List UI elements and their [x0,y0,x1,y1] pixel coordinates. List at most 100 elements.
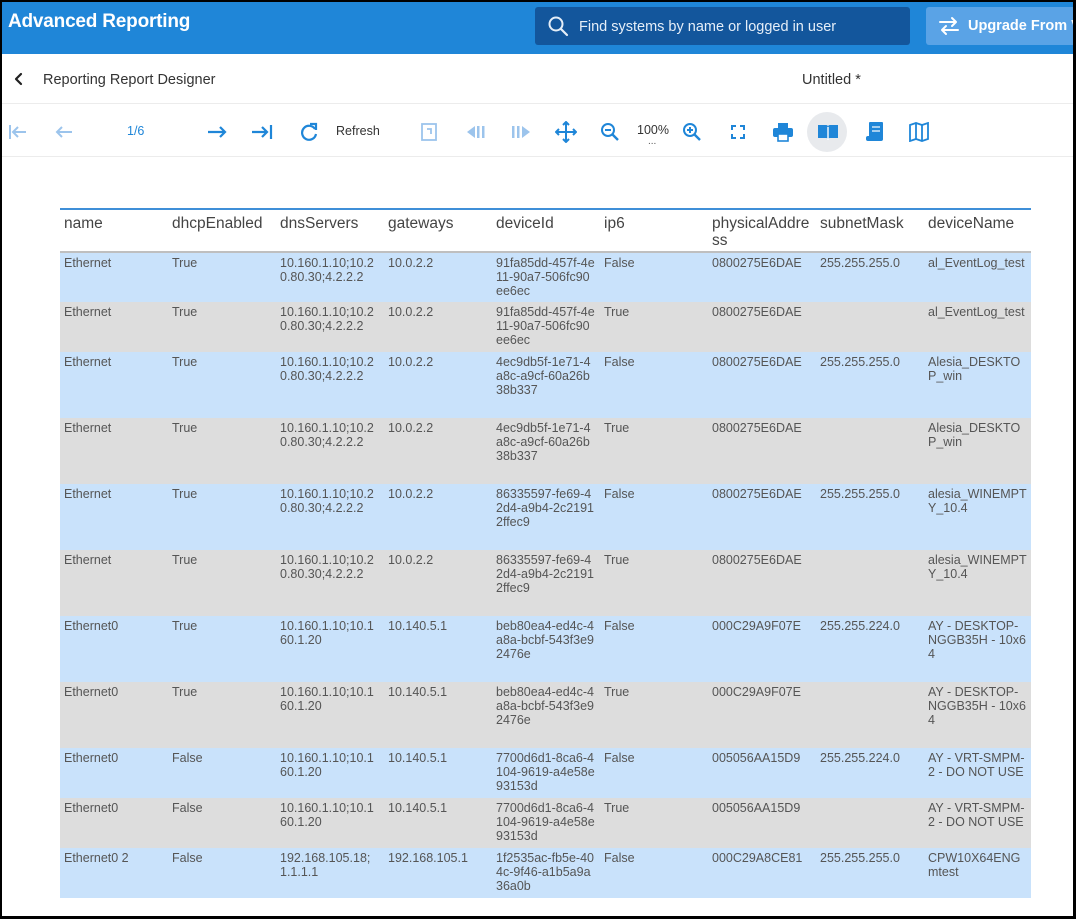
column-header-dnsServers: dnsServers [276,208,384,253]
prev-page-icon[interactable] [54,121,74,143]
cell-dhcpEnabled: False [168,798,276,848]
cell-deviceName: Alesia_DESKTOP_win [924,418,1031,484]
column-header-dhcpEnabled: dhcpEnabled [168,208,276,253]
cell-gateways: 10.0.2.2 [384,302,492,352]
system-search-box[interactable]: Find systems by name or logged in user [535,7,910,45]
document-title: Untitled * [802,72,861,88]
table-row[interactable]: Ethernet True 10.160.1.10;10.20.80.30;4.2.… [60,418,1031,484]
table-row[interactable]: Ethernet0 2 False 192.168.105.18; 1.1.1.1 1… [60,848,1031,898]
cell-name: Ethernet [60,418,168,484]
viewer-toolbar: 1/6 Refresh 100% [2,105,1073,157]
cell-dnsServers: 10.160.1.10;10.20.80.30;4.2.2.2 [276,418,384,484]
swap-arrows-icon [938,16,960,36]
cell-dnsServers: 10.160.1.10;10.160.1.20 [276,616,384,682]
zoom-out-icon[interactable] [600,121,620,143]
column-header-deviceName: deviceName [924,208,1031,253]
cell-gateways: 10.140.5.1 [384,616,492,682]
cell-subnetMask: 255.255.255.0 [816,352,924,418]
cell-gateways: 10.0.2.2 [384,252,492,302]
table-row[interactable]: Ethernet True 10.160.1.10;10.20.80.30;4.2.… [60,302,1031,352]
cell-deviceName: alesia_WINEMPTY_10.4 [924,484,1031,550]
cell-ip6: False [600,484,708,550]
cell-gateways: 10.140.5.1 [384,682,492,748]
table-row[interactable]: Ethernet0 False 10.160.1.10;10.160.1.20 10.… [60,798,1031,848]
cell-ip6: False [600,252,708,302]
cell-deviceName: al_EventLog_test [924,252,1031,302]
cell-gateways: 10.140.5.1 [384,748,492,798]
table-row[interactable]: Ethernet0 False 10.160.1.10;10.160.1.20 10.… [60,748,1031,798]
cell-physicalAddress: 0800275E6DAE [708,550,816,616]
cell-ip6: True [600,302,708,352]
cell-dnsServers: 10.160.1.10;10.20.80.30;4.2.2.2 [276,252,384,302]
table-row[interactable]: Ethernet0 True 10.160.1.10;10.160.1.20 10.1… [60,682,1031,748]
table-row[interactable]: Ethernet True 10.160.1.10;10.20.80.30;4.2.… [60,484,1031,550]
table-row[interactable]: Ethernet True 10.160.1.10;10.20.80.30;4.2.… [60,550,1031,616]
print-icon[interactable] [772,121,794,143]
cell-dnsServers: 10.160.1.10;10.160.1.20 [276,682,384,748]
zoom-in-icon[interactable] [682,121,702,143]
fullscreen-icon[interactable] [729,121,747,143]
cell-ip6: False [600,848,708,898]
cell-physicalAddress: 0800275E6DAE [708,252,816,302]
search-icon [547,15,569,37]
zoom-more: ... [648,136,657,147]
book-icon[interactable] [816,121,840,143]
cell-name: Ethernet [60,352,168,418]
cell-name: Ethernet [60,252,168,302]
cell-name: Ethernet [60,484,168,550]
cell-deviceName: alesia_WINEMPTY_10.4 [924,550,1031,616]
search-placeholder: Find systems by name or logged in user [579,19,837,35]
table-row[interactable]: Ethernet0 True 10.160.1.10;10.160.1.20 10.1… [60,616,1031,682]
cell-dhcpEnabled: True [168,418,276,484]
table-row[interactable]: Ethernet True 10.160.1.10;10.20.80.30;4.2.… [60,352,1031,418]
next-section-icon[interactable] [510,121,532,143]
cell-dhcpEnabled: True [168,484,276,550]
cell-dhcpEnabled: True [168,550,276,616]
cell-name: Ethernet0 [60,748,168,798]
cell-dhcpEnabled: True [168,352,276,418]
cell-deviceId: beb80ea4-ed4c-4a8a-bcbf-543f3e92476e [492,682,600,748]
back-chevron-icon[interactable] [12,72,26,86]
last-page-icon[interactable] [250,121,274,143]
cell-deviceName: AY - DESKTOP-NGGB35H - 10x64 [924,616,1031,682]
column-header-physicalAddress: physicalAddress [708,208,816,253]
cell-dhcpEnabled: True [168,682,276,748]
column-header-name: name [60,208,168,253]
cell-subnetMask [816,798,924,848]
export-icon[interactable] [419,121,439,143]
cell-ip6: True [600,798,708,848]
cell-gateways: 10.0.2.2 [384,484,492,550]
cell-name: Ethernet0 2 [60,848,168,898]
cell-dnsServers: 10.160.1.10;10.20.80.30;4.2.2.2 [276,550,384,616]
cell-subnetMask: 255.255.224.0 [816,616,924,682]
zoom-level[interactable]: 100% [637,123,669,137]
pan-icon[interactable] [555,121,577,143]
cell-name: Ethernet0 [60,682,168,748]
prev-section-icon[interactable] [465,121,487,143]
upgrade-button[interactable]: Upgrade From V... [926,7,1073,45]
cell-deviceId: 1f2535ac-fb5e-404c-9f46-a1b5a9a36a0b [492,848,600,898]
cell-subnetMask [816,418,924,484]
column-header-subnetMask: subnetMask [816,208,924,253]
cell-deviceId: 4ec9db5f-1e71-4a8c-a9cf-60a26b38b337 [492,418,600,484]
cell-name: Ethernet0 [60,616,168,682]
scroll-icon[interactable] [864,121,886,143]
refresh-label[interactable]: Refresh [336,124,380,138]
cell-dhcpEnabled: False [168,848,276,898]
cell-subnetMask [816,682,924,748]
first-page-icon[interactable] [8,121,28,143]
cell-physicalAddress: 000C29A9F07E [708,682,816,748]
next-page-icon[interactable] [206,121,228,143]
report-viewer: name dhcpEnabled dnsServers gateways deviceI… [2,158,1073,916]
app-title: Advanced Reporting [8,11,191,32]
cell-physicalAddress: 005056AA15D9 [708,748,816,798]
map-icon[interactable] [908,121,930,143]
table-row[interactable]: Ethernet True 10.160.1.10;10.20.80.30;4.2.… [60,252,1031,302]
cell-deviceName: AY - DESKTOP-NGGB35H - 10x64 [924,682,1031,748]
cell-name: Ethernet0 [60,798,168,848]
cell-deviceId: 91fa85dd-457f-4e11-90a7-506fc90ee6ec [492,302,600,352]
cell-dnsServers: 192.168.105.18; 1.1.1.1 [276,848,384,898]
cell-dnsServers: 10.160.1.10;10.20.80.30;4.2.2.2 [276,352,384,418]
refresh-icon[interactable] [298,121,320,143]
cell-subnetMask: 255.255.255.0 [816,252,924,302]
